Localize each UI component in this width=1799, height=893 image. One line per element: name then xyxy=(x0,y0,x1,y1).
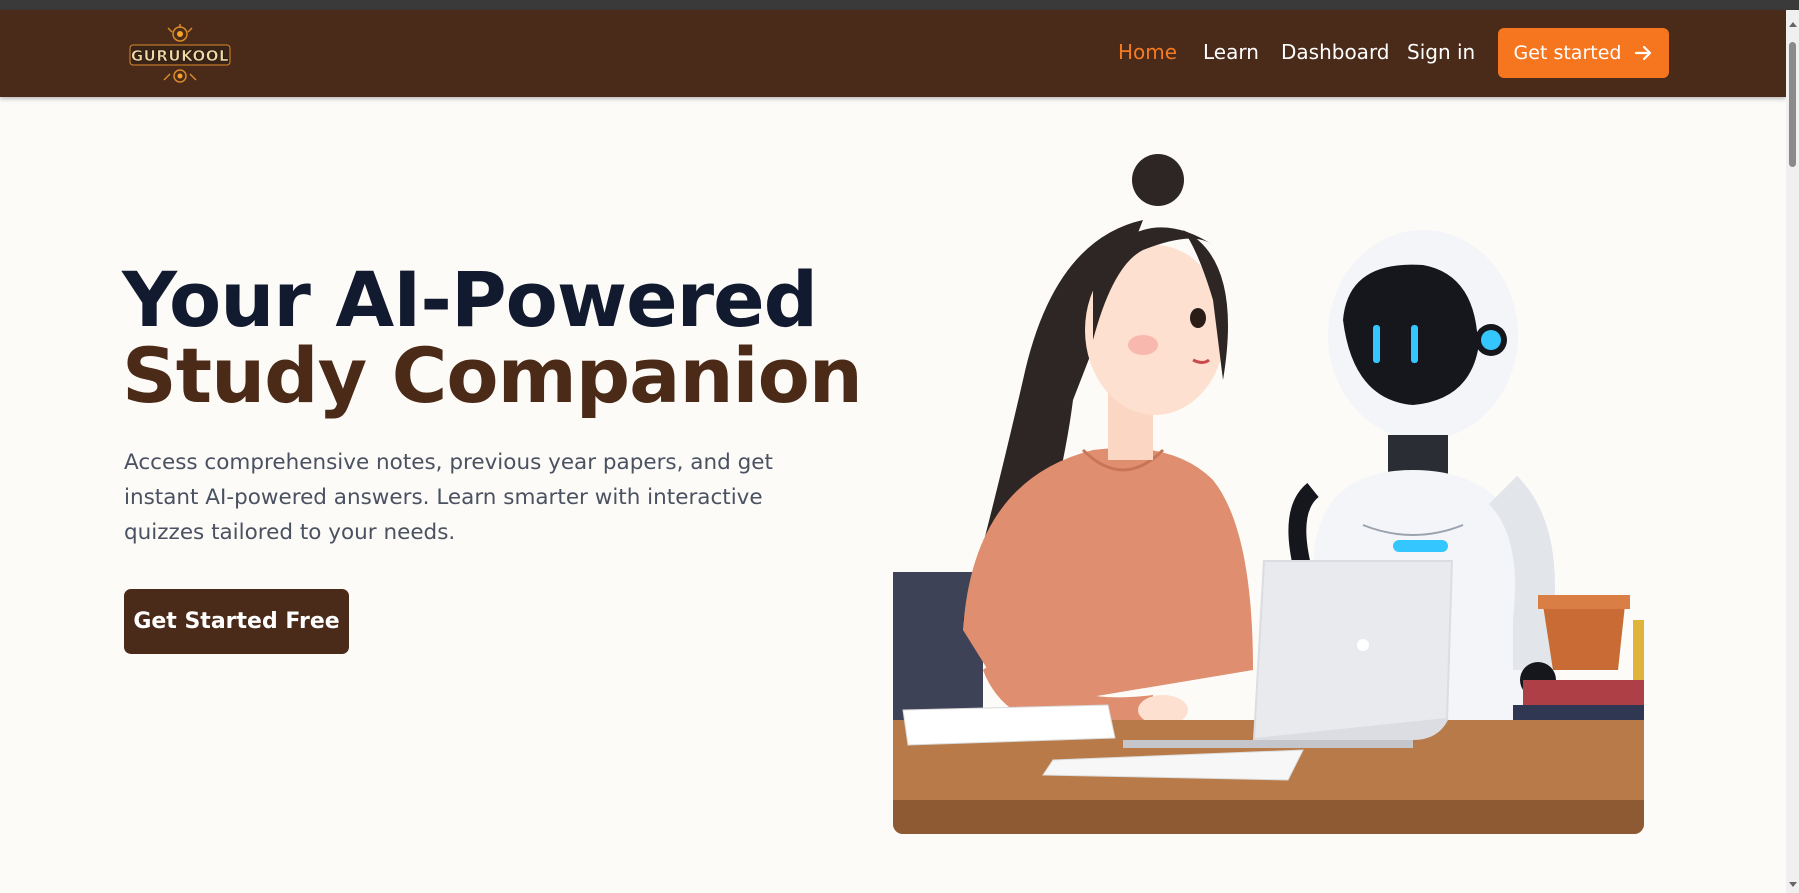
arrow-right-icon xyxy=(1635,45,1652,61)
nav-home[interactable]: Home xyxy=(1118,40,1177,64)
hero-title: Your AI-Powered Study Companion xyxy=(122,255,863,420)
nav-learn[interactable]: Learn xyxy=(1203,40,1259,64)
page-scrollbar[interactable] xyxy=(1786,10,1799,893)
scroll-down-arrow-icon[interactable] xyxy=(1789,882,1797,887)
scroll-up-arrow-icon[interactable] xyxy=(1789,22,1797,27)
nav-sign-in[interactable]: Sign in xyxy=(1407,40,1475,64)
hero-title-line1: Your AI-Powered xyxy=(122,255,818,344)
get-started-free-button[interactable]: Get Started Free xyxy=(124,589,349,654)
browser-top-strip xyxy=(0,0,1799,10)
hero-illustration xyxy=(893,150,1644,834)
hero-title-line2: Study Companion xyxy=(122,331,863,420)
get-started-button[interactable]: Get started xyxy=(1498,28,1669,78)
get-started-label: Get started xyxy=(1513,42,1622,64)
hero-subtitle: Access comprehensive notes, previous yea… xyxy=(124,450,773,545)
top-navbar: GURUKOOL Home Learn Dashboard Sign in Ge… xyxy=(0,10,1786,97)
scroll-thumb[interactable] xyxy=(1789,42,1796,167)
nav-dashboard[interactable]: Dashboard xyxy=(1281,40,1390,64)
